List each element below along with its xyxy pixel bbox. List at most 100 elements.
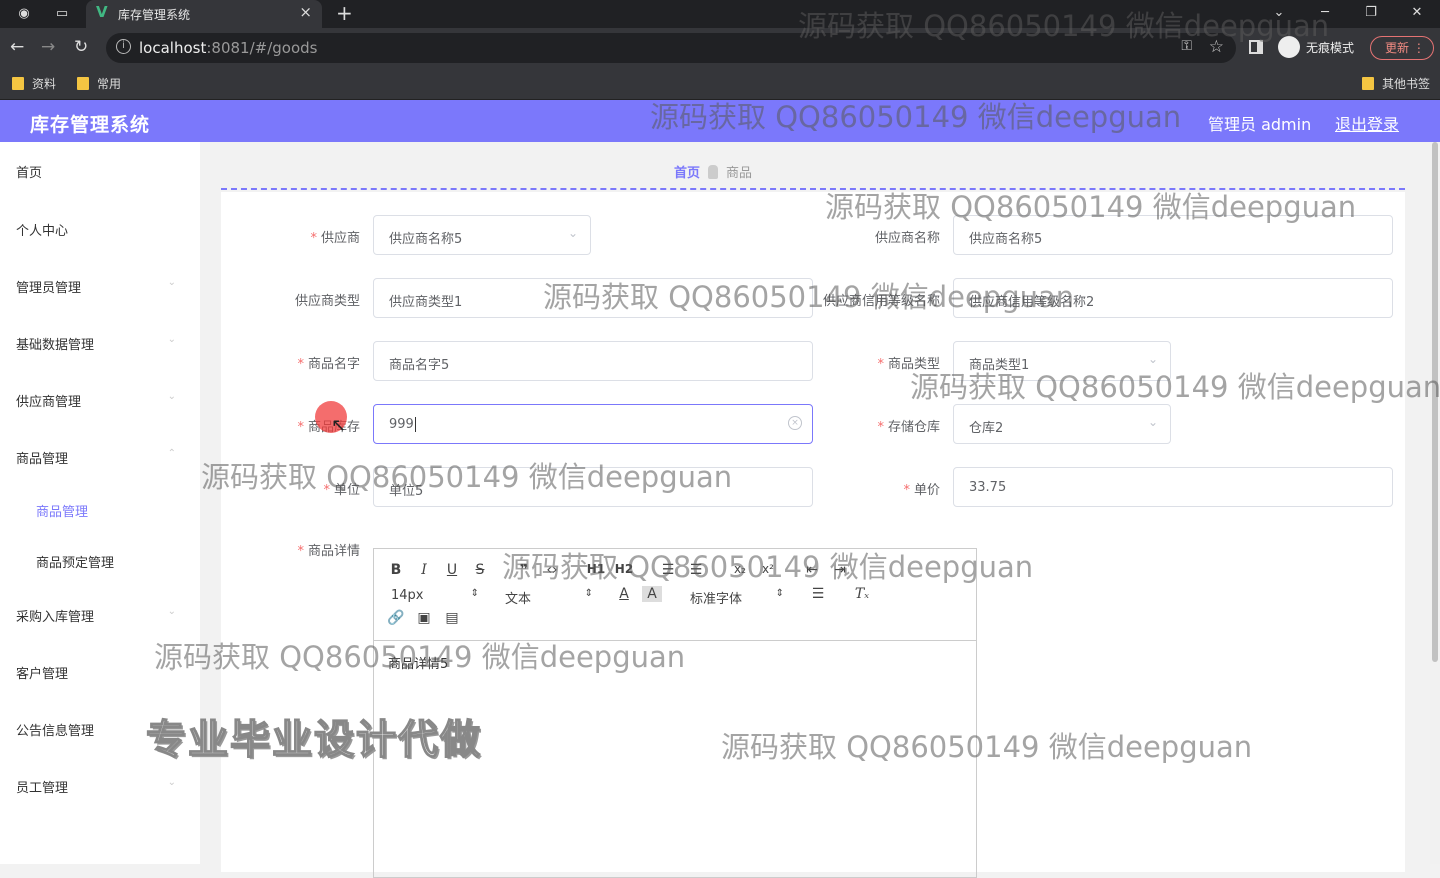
site-info-icon[interactable]: i <box>116 39 131 54</box>
sidebar-item-basic-data[interactable]: 基础数据管理 ⌄ <box>16 334 176 353</box>
sidebar-item-purchase[interactable]: 采购入库管理 ⌄ <box>16 606 176 625</box>
incognito-label: 无痕模式 <box>1306 40 1355 55</box>
new-tab-icon[interactable]: + <box>336 1 353 25</box>
page-scrollbar[interactable] <box>1430 142 1440 864</box>
superscript-icon[interactable]: x² <box>758 562 778 576</box>
tab-search-icon[interactable]: ▭ <box>52 4 72 24</box>
mouse-cursor-highlight: ↖ <box>315 401 347 436</box>
side-panel-icon[interactable] <box>1249 40 1263 54</box>
blockquote-icon[interactable]: ❞ <box>514 562 534 578</box>
bold-icon[interactable]: B <box>386 562 406 578</box>
warehouse-label: * 存储仓库 <box>877 420 940 435</box>
breadcrumb-current: 商品 <box>726 166 753 181</box>
align-icon[interactable]: ☰ <box>808 586 828 602</box>
strike-icon[interactable]: S <box>470 562 490 578</box>
address-bar-row: ← → ↻ i localhost:8081/#/goods ⚿ ☆ 无痕模式 … <box>0 28 1440 69</box>
chevron-down-icon: ⌄ <box>167 277 176 288</box>
chevron-down-icon: ⌄ <box>567 226 578 240</box>
header-select[interactable]: 文本 ⇕ <box>505 588 593 607</box>
editor-content[interactable]: 商品详情5 <box>388 653 448 672</box>
select-arrows-icon: ⇕ <box>584 588 593 599</box>
link-icon[interactable]: 🔗 <box>386 610 406 626</box>
sidebar-item-customer[interactable]: 客户管理 ⌄ <box>16 663 176 682</box>
font-size-select[interactable]: 14px ⇕ <box>391 588 479 603</box>
bookmark-folder-ziliao[interactable]: 资料 <box>12 75 56 92</box>
close-tab-icon[interactable]: × <box>299 3 312 21</box>
promo-overlay: 专业毕业设计代做 <box>145 716 482 764</box>
chevron-down-icon: ⌄ <box>1147 415 1158 429</box>
price-input[interactable]: 33.75 <box>953 467 1393 507</box>
update-button[interactable]: 更新 ⋮ <box>1370 36 1434 60</box>
scrollbar-thumb[interactable] <box>1432 142 1438 662</box>
underline-icon[interactable]: U <box>442 562 462 578</box>
header2-icon[interactable]: H2 <box>614 562 634 576</box>
divider <box>221 188 1405 190</box>
restore-icon[interactable]: ❐ <box>1348 0 1394 28</box>
forward-icon[interactable]: → <box>41 37 55 57</box>
select-arrows-icon: ⇕ <box>775 588 784 599</box>
indent-icon[interactable]: ⇥ <box>830 562 850 578</box>
breadcrumb-home[interactable]: 首页 <box>674 162 700 181</box>
window-controls: ⌄ ─ ❐ ✕ <box>1256 0 1440 28</box>
breadcrumb: 首页 商品 <box>674 162 752 181</box>
text-color-icon[interactable]: A <box>614 586 634 602</box>
sidebar-subitem-goods-manage[interactable]: 商品管理 <box>36 501 88 520</box>
supplier-credit-field[interactable]: 供应商信用等级名称2 <box>953 278 1393 318</box>
detail-label: * 商品详情 <box>297 544 360 559</box>
sidebar-item-supplier[interactable]: 供应商管理 ⌄ <box>16 391 176 410</box>
back-icon[interactable]: ← <box>10 37 24 57</box>
bookmark-star-icon[interactable]: ☆ <box>1209 37 1224 57</box>
other-bookmarks[interactable]: 其他书签 <box>1362 75 1430 92</box>
supplier-name-field[interactable]: 供应商名称5 <box>953 215 1393 255</box>
current-user: 管理员 admin <box>1208 115 1312 134</box>
url-field[interactable]: i localhost:8081/#/goods ⚿ ☆ <box>106 33 1236 63</box>
ordered-list-icon[interactable]: ☰ <box>658 562 678 578</box>
sidebar-item-home[interactable]: 首页 <box>16 162 176 181</box>
close-window-icon[interactable]: ✕ <box>1394 0 1440 28</box>
code-block-icon[interactable]: ‹› <box>542 562 562 578</box>
goods-stock-input[interactable]: 999 × <box>373 404 813 444</box>
app-brand: 库存管理系统 <box>30 114 151 136</box>
video-icon[interactable]: ▤ <box>442 610 462 626</box>
chevron-down-icon: ⌄ <box>167 606 176 617</box>
font-family-select[interactable]: 标准字体 ⇕ <box>690 588 784 607</box>
minimize-icon[interactable]: ─ <box>1302 0 1348 28</box>
sidebar-subitem-goods-reserve[interactable]: 商品预定管理 <box>36 552 114 571</box>
app-header: 库存管理系统 管理员 admin 退出登录 <box>0 100 1440 142</box>
chevron-down-icon: ⌄ <box>167 777 176 788</box>
clear-icon[interactable]: × <box>788 416 802 430</box>
chevron-down-icon: ⌄ <box>167 663 176 674</box>
subscript-icon[interactable]: x₂ <box>730 562 750 576</box>
chevron-down-icon: ⌄ <box>1147 352 1158 366</box>
supplier-type-field[interactable]: 供应商类型1 <box>373 278 813 318</box>
chevron-up-icon: ⌃ <box>167 448 176 459</box>
bookmark-folder-changyong[interactable]: 常用 <box>77 75 121 92</box>
password-key-icon[interactable]: ⚿ <box>1181 38 1192 54</box>
incognito-indicator[interactable]: 无痕模式 <box>1278 36 1354 58</box>
supplier-name-label: 供应商名称 <box>874 231 940 246</box>
reload-icon[interactable]: ↻ <box>74 37 88 57</box>
select-arrows-icon: ⇕ <box>470 588 479 599</box>
sidebar-item-admin[interactable]: 管理员管理 ⌄ <box>16 277 176 296</box>
bullet-list-icon[interactable]: ☰ <box>686 562 706 578</box>
header1-icon[interactable]: H1 <box>586 562 606 576</box>
goods-name-input[interactable]: 商品名字5 <box>373 341 813 381</box>
sidebar-item-goods[interactable]: 商品管理 ⌃ <box>16 448 176 467</box>
supplier-type-label: 供应商类型 <box>294 294 360 309</box>
pointer-icon: ↖ <box>331 415 347 436</box>
warehouse-select[interactable]: 仓库2 ⌄ <box>953 404 1171 444</box>
browser-menu-icon[interactable]: ◉ <box>14 4 34 24</box>
supplier-select[interactable]: 供应商名称5 ⌄ <box>373 215 591 255</box>
goods-type-select[interactable]: 商品类型1 ⌄ <box>953 341 1171 381</box>
unit-input[interactable]: 单位5 <box>373 467 813 507</box>
italic-icon[interactable]: I <box>414 562 434 578</box>
clear-format-icon[interactable]: Tₓ <box>852 586 872 602</box>
browser-tab[interactable]: V 库存管理系统 × <box>86 0 322 28</box>
background-color-icon[interactable]: A <box>642 586 662 602</box>
image-icon[interactable]: ▣ <box>414 610 434 626</box>
tab-list-icon[interactable]: ⌄ <box>1256 0 1302 28</box>
logout-link[interactable]: 退出登录 <box>1335 111 1399 135</box>
outdent-icon[interactable]: ⇤ <box>802 562 822 578</box>
sidebar-item-staff[interactable]: 员工管理 ⌄ <box>16 777 176 796</box>
sidebar-item-profile[interactable]: 个人中心 <box>16 220 176 239</box>
